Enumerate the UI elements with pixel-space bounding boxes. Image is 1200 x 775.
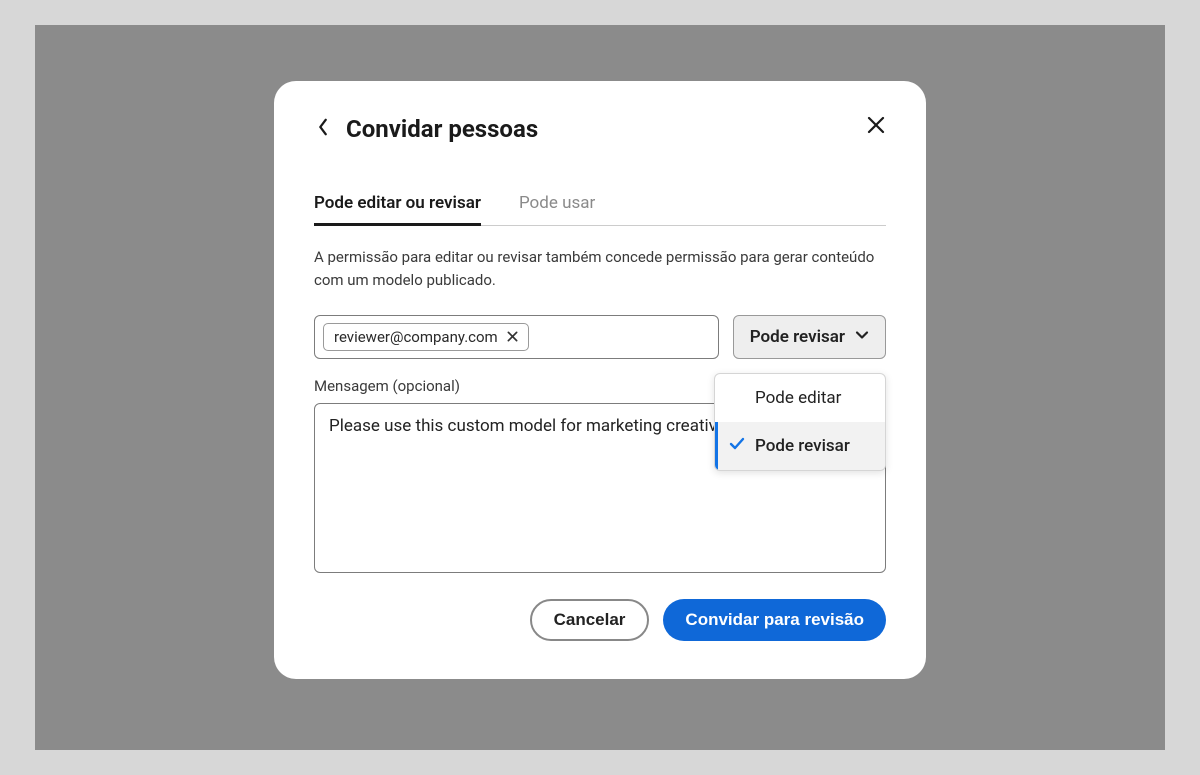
close-icon: [507, 328, 518, 346]
permission-dropdown: Pode editar Pode revisar: [714, 373, 886, 471]
invite-button[interactable]: Convidar para revisão: [663, 599, 886, 641]
chip-remove-button[interactable]: [506, 330, 520, 344]
permission-select-label: Pode revisar: [750, 327, 845, 347]
dropdown-option-edit[interactable]: Pode editar: [715, 374, 885, 422]
close-button[interactable]: [866, 117, 886, 137]
chevron-left-icon: [317, 118, 329, 140]
permission-select-button[interactable]: Pode revisar: [733, 315, 886, 359]
dropdown-option-review[interactable]: Pode revisar: [715, 422, 885, 470]
tab-edit-review[interactable]: Pode editar ou revisar: [314, 193, 481, 225]
tab-use[interactable]: Pode usar: [519, 193, 595, 225]
permission-description: A permissão para editar ou revisar també…: [314, 246, 886, 293]
dialog-header: Convidar pessoas: [314, 115, 886, 143]
email-input[interactable]: reviewer@company.com: [314, 315, 719, 359]
invite-dialog: Convidar pessoas Pode editar ou revisar …: [274, 81, 926, 679]
cancel-button[interactable]: Cancelar: [530, 599, 650, 641]
dialog-title: Convidar pessoas: [346, 115, 538, 143]
back-button[interactable]: [314, 120, 332, 138]
invite-row: reviewer@company.com Pode revisar Pode e…: [314, 315, 886, 359]
modal-overlay: Convidar pessoas Pode editar ou revisar …: [35, 25, 1165, 750]
email-chip-label: reviewer@company.com: [334, 328, 498, 346]
chevron-down-icon: [855, 327, 869, 347]
check-icon: [729, 435, 745, 456]
dialog-footer: Cancelar Convidar para revisão: [314, 599, 886, 641]
dropdown-option-label: Pode revisar: [755, 436, 850, 456]
permission-tabs: Pode editar ou revisar Pode usar: [314, 193, 886, 226]
email-chip: reviewer@company.com: [323, 323, 529, 351]
close-icon: [867, 116, 885, 138]
